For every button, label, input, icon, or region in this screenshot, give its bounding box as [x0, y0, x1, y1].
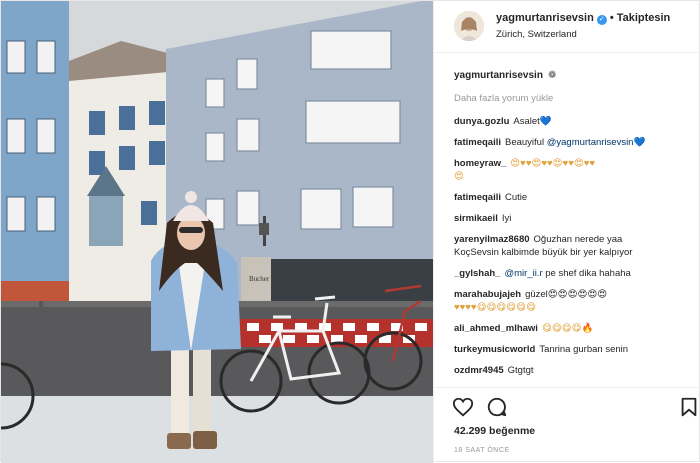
likes-count[interactable]: 42.299 beğenme	[454, 425, 535, 437]
comment-mention[interactable]: @mir_ii.r	[504, 268, 542, 279]
comment-emoji-line2: ♥♥♥♥😋😋😋😋😋😋	[454, 302, 536, 313]
comment-text: pe shef dika hahaha	[545, 268, 631, 279]
comment-username[interactable]: sirmikaeil	[454, 213, 498, 224]
comment-text: Asalet	[513, 116, 540, 127]
comments-list: yagmurtanrisevsin ❁ Daha fazla yorum yük…	[454, 69, 698, 385]
header-username-row: yagmurtanrisevsin ✓ • Takiptesin	[496, 12, 670, 25]
comment-emoji: 💙	[633, 137, 646, 148]
comment-username[interactable]: ali_ahmed_mlhawi	[454, 323, 538, 334]
caption-emoji: ❁	[547, 70, 557, 81]
comment-item: marahabujajeh güzel😍😍😍😍😍😍 ♥♥♥♥😋😋😋😋😋😋	[454, 288, 698, 314]
separator-dot: •	[609, 12, 614, 24]
comment-text: Iyi	[501, 213, 512, 224]
comment-item: _gylshah_ @mir_ii.r pe shef dika hahaha	[454, 267, 698, 280]
comment-item: yarenyilmaz8680 Oğuzhan nerede yaa KoçSev…	[454, 233, 698, 259]
comment-text: Gtgtgt	[507, 365, 534, 376]
follow-button[interactable]: Takiptesin	[617, 12, 671, 24]
location-link[interactable]: Zürich, Switzerland	[496, 29, 577, 40]
comment-text: Tanrina gurban senin	[539, 344, 629, 355]
caption-username[interactable]: yagmurtanrisevsin	[454, 69, 543, 82]
comment-text-line2: KoçSevsin kalbimde büyük bir yer kalpıyo…	[454, 247, 633, 258]
action-bar	[434, 387, 700, 427]
avatar-image	[454, 11, 484, 41]
comment-emoji-line2: 😍	[454, 171, 464, 182]
post-photo[interactable]: Bucher	[1, 1, 433, 463]
header-username[interactable]: yagmurtanrisevsin	[496, 12, 594, 24]
avatar[interactable]	[454, 11, 484, 41]
comment-item: fatimeqaili Cutie	[454, 191, 698, 204]
comment-username[interactable]: fatimeqaili	[454, 137, 501, 148]
comment-mention[interactable]: @yagmurtanrisevsin	[547, 137, 634, 148]
post-timestamp: 18 SAAT ÖNCE	[454, 447, 510, 454]
street-scene-illustration: Bucher	[1, 1, 433, 463]
comment-username[interactable]: dunya.gozlu	[454, 116, 509, 127]
comment-username[interactable]: fatimeqaili	[454, 192, 501, 203]
comment-emoji: 😋😋😋😋🔥	[541, 323, 594, 334]
comment-text: Cutie	[505, 192, 528, 203]
comment-username[interactable]: homeyraw_	[454, 158, 506, 169]
instagram-post: Bucher yagmurtanrisevsin ✓ • Takiptesin …	[0, 0, 700, 463]
comment-icon[interactable]	[486, 396, 508, 418]
comment-username[interactable]: marahabujajeh	[454, 289, 521, 300]
caption: yagmurtanrisevsin ❁	[454, 69, 698, 82]
load-more-comments[interactable]: Daha fazla yorum yükle	[454, 92, 698, 105]
comment-text: Oğuzhan nerede yaa	[533, 234, 623, 245]
comment-username[interactable]: _gylshah_	[454, 268, 500, 279]
comment-item: turkeymusicworld Tanrina gurban senin	[454, 343, 698, 356]
comment-item: ozdmr4945 Gtgtgt	[454, 364, 698, 377]
comment-item: sirmikaeil Iyi	[454, 212, 698, 225]
comment-item: homeyraw_ 😍♥♥😍♥♥😍♥♥😍♥♥ 😍	[454, 157, 698, 183]
bookmark-icon[interactable]	[678, 396, 700, 418]
post-details-panel: yagmurtanrisevsin ✓ • Takiptesin Zürich, Sw…	[433, 1, 700, 463]
heart-icon[interactable]	[452, 396, 474, 418]
post-header: yagmurtanrisevsin ✓ • Takiptesin Zürich, Sw…	[434, 1, 700, 53]
comment-text: güzel😍😍😍😍😍😍	[525, 289, 608, 300]
comment-username[interactable]: ozdmr4945	[454, 365, 504, 376]
shop-sign: Bucher	[249, 275, 270, 283]
comment-username[interactable]: yarenyilmaz8680	[454, 234, 530, 245]
comment-text: Beauyiful	[505, 137, 545, 148]
comment-item: dunya.gozlu Asalet💙	[454, 115, 698, 128]
comment-emoji: 💙	[539, 116, 552, 127]
comment-item: fatimeqaili Beauyiful @yagmurtanrisevsin💙	[454, 136, 698, 149]
comment-username[interactable]: turkeymusicworld	[454, 344, 535, 355]
comment-emoji: 😍♥♥😍♥♥😍♥♥😍♥♥	[510, 158, 596, 169]
comment-item: ali_ahmed_mlhawi 😋😋😋😋🔥	[454, 322, 698, 335]
verified-icon: ✓	[596, 15, 607, 25]
